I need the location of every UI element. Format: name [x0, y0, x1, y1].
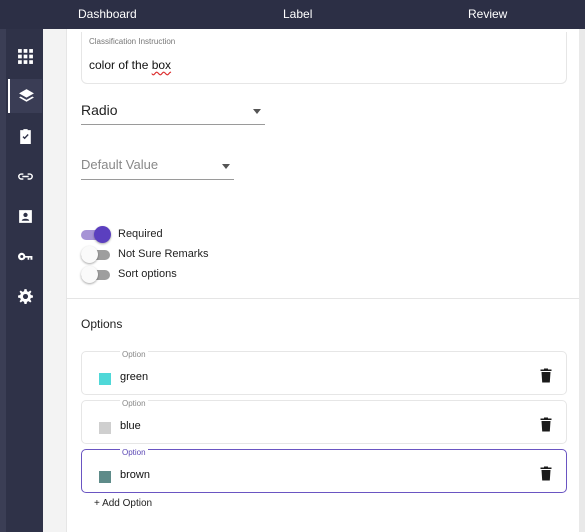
contact-card-icon [18, 209, 32, 223]
trash-icon[interactable] [540, 417, 552, 432]
toggle-thumb [81, 266, 98, 283]
option-value: blue [120, 420, 141, 432]
sidebar [0, 29, 43, 532]
nav-label[interactable]: Label [283, 7, 312, 21]
clipboard-check-icon [19, 128, 31, 144]
sidebar-item-settings[interactable] [8, 279, 42, 313]
top-navigation-bar: Dashboard Label Review [0, 0, 585, 29]
color-swatch[interactable] [99, 471, 111, 483]
sidebar-edge [0, 29, 6, 532]
toggle-thumb [94, 226, 111, 243]
sidebar-item-links[interactable] [8, 159, 42, 193]
instruction-text: color of the [89, 58, 152, 72]
sidebar-item-tasks[interactable] [8, 119, 42, 153]
toggle-not-sure-remarks-label: Not Sure Remarks [118, 248, 209, 260]
option-field-green[interactable]: Option green [81, 350, 567, 395]
trash-icon[interactable] [540, 368, 552, 383]
classification-instruction-label: Classification Instruction [89, 37, 176, 46]
option-field-blue[interactable]: Option blue [81, 399, 567, 444]
section-divider [66, 298, 579, 299]
grid-icon [17, 48, 33, 64]
instruction-misspelled-word: box [151, 58, 172, 72]
default-value-select[interactable]: Default Value [81, 157, 234, 180]
panel-right-gutter [579, 29, 585, 532]
option-field-label: Option [120, 350, 148, 359]
color-swatch[interactable] [99, 373, 111, 385]
trash-icon[interactable] [540, 466, 552, 481]
sidebar-item-contacts[interactable] [8, 199, 42, 233]
gear-icon [17, 288, 33, 304]
option-value: brown [120, 469, 150, 481]
type-select-value: Radio [81, 102, 118, 118]
options-section-title: Options [81, 317, 123, 331]
toggle-sort-options-label: Sort options [118, 268, 177, 280]
link-icon [17, 172, 33, 180]
key-icon [17, 252, 32, 260]
classification-instruction-value[interactable]: color of the box [89, 58, 171, 72]
option-value: green [120, 371, 149, 383]
sidebar-item-keys[interactable] [8, 239, 42, 273]
option-field-brown[interactable]: Option brown [81, 448, 567, 493]
toggle-thumb [81, 246, 98, 263]
option-field-label: Option [120, 448, 148, 457]
sidebar-item-layers[interactable] [8, 79, 42, 113]
nav-review[interactable]: Review [468, 7, 507, 21]
type-select[interactable]: Radio [81, 102, 265, 125]
caret-down-icon [253, 109, 261, 114]
caret-down-icon [222, 164, 230, 169]
option-field-label: Option [120, 399, 148, 408]
toggle-required-label: Required [118, 228, 163, 240]
layers-icon [18, 88, 34, 102]
color-swatch[interactable] [99, 422, 111, 434]
default-value-placeholder: Default Value [81, 157, 159, 172]
add-option-button[interactable]: + Add Option [94, 498, 152, 509]
sidebar-item-apps[interactable] [8, 39, 42, 73]
nav-dashboard[interactable]: Dashboard [78, 7, 137, 21]
